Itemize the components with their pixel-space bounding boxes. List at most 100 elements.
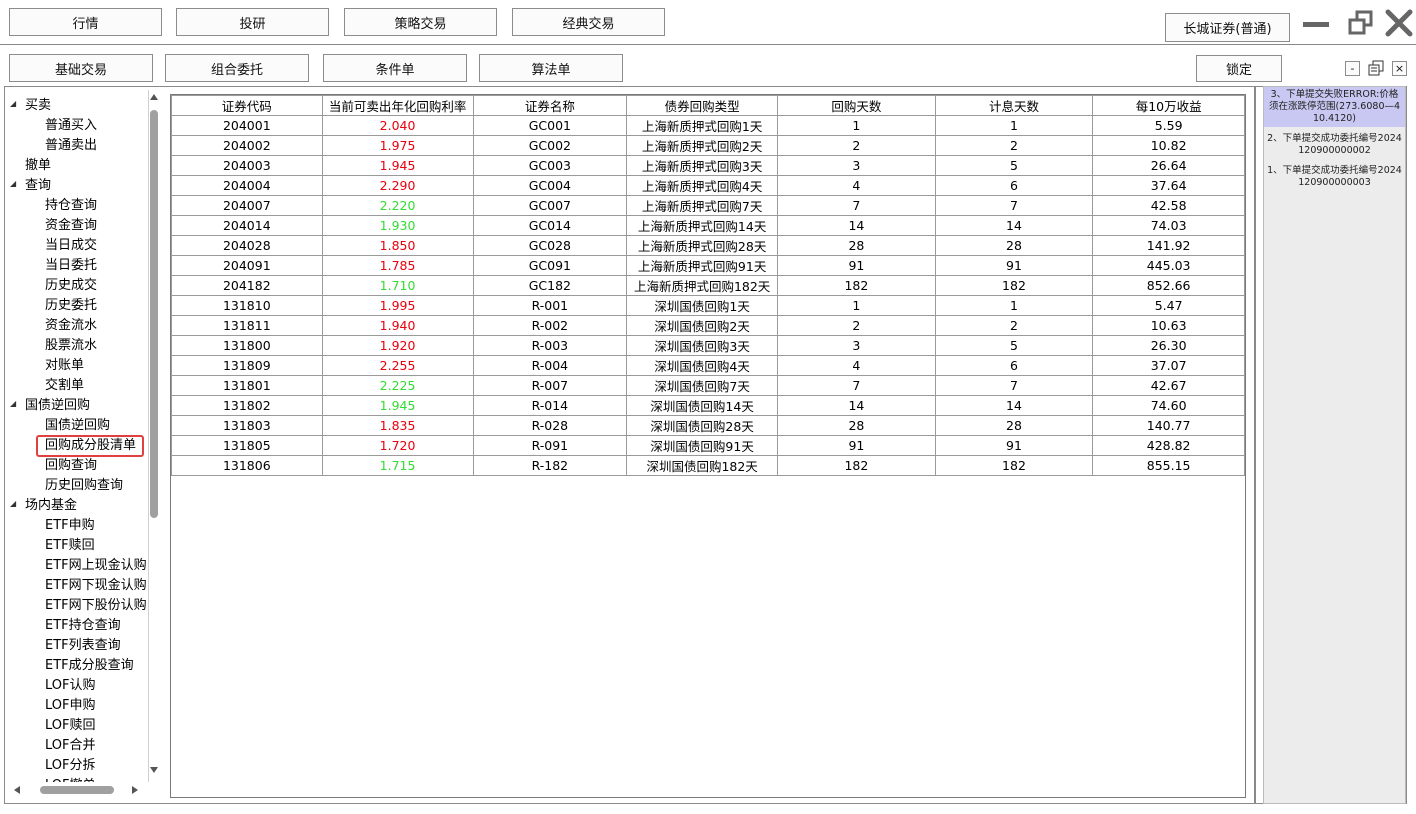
tree-item[interactable]: 查询 [25, 176, 51, 196]
column-header[interactable]: 每10万收益 [1092, 95, 1245, 116]
tree-item[interactable]: 股票流水 [45, 336, 97, 356]
tree-item[interactable]: 场内基金 [25, 496, 77, 516]
tree-item[interactable]: LOF认购 [45, 676, 96, 696]
panel-float-icon[interactable] [1368, 60, 1385, 77]
table-row[interactable]: 204003 1.945 GC003 上海新质押式回购3天 3 5 26.64 [171, 155, 1245, 176]
cell-type: 上海新质押式回购91天 [626, 255, 779, 276]
table-row[interactable]: 204007 2.220 GC007 上海新质押式回购7天 7 7 42.58 [171, 195, 1245, 216]
tree-item[interactable]: LOF合并 [45, 736, 96, 756]
cell-code: 131805 [171, 435, 323, 456]
tree-item[interactable]: ETF网上现金认购 [45, 556, 147, 576]
tree-item[interactable]: ETF列表查询 [45, 636, 121, 656]
tree-item[interactable]: ETF申购 [45, 516, 95, 536]
tree-horizontal-scrollbar[interactable] [10, 782, 150, 798]
cell-income: 5.59 [1092, 115, 1245, 136]
subtab-combo-order[interactable]: 组合委托 [165, 54, 309, 82]
cell-days: 182 [777, 275, 936, 296]
cell-rate: 1.710 [321, 275, 474, 296]
table-row[interactable]: 131805 1.720 R-091 深圳国债回购91天 91 91 428.82 [171, 435, 1245, 456]
column-header[interactable]: 回购天数 [777, 95, 936, 116]
column-header[interactable]: 计息天数 [934, 95, 1094, 116]
subtab-basic-trading[interactable]: 基础交易 [9, 54, 153, 82]
tree-item[interactable]: 历史委托 [45, 296, 97, 316]
table-row[interactable]: 204091 1.785 GC091 上海新质押式回购91天 91 91 445.03 [171, 255, 1245, 276]
tree-item[interactable]: 买卖 [25, 96, 51, 116]
tree-item[interactable]: 普通买入 [45, 116, 97, 136]
cell-income: 37.64 [1092, 175, 1245, 196]
cell-income: 10.82 [1092, 135, 1245, 156]
tree-item[interactable]: 普通卖出 [45, 136, 97, 156]
tree-item[interactable]: 历史成交 [45, 276, 97, 296]
table-row[interactable]: 204004 2.290 GC004 上海新质押式回购4天 4 6 37.64 [171, 175, 1245, 196]
panel-close-button[interactable]: × [1392, 61, 1407, 76]
table-row[interactable]: 204001 2.040 GC001 上海新质押式回购1天 1 1 5.59 [171, 115, 1245, 136]
table-row[interactable]: 131809 2.255 R-004 深圳国债回购4天 4 6 37.07 [171, 355, 1245, 376]
tree-item[interactable]: 历史回购查询 [45, 476, 123, 496]
table-row[interactable]: 131802 1.945 R-014 深圳国债回购14天 14 14 74.60 [171, 395, 1245, 416]
minimize-icon[interactable] [1303, 15, 1329, 33]
cell-interest-days: 28 [934, 235, 1094, 256]
tree-item[interactable]: ETF网下股份认购 [45, 596, 147, 616]
nav-tree: ◢ 买卖 普通买入 普通卖出 撤单 ◢ 查询 持仓查询 资金查询 当日成交 当日委托 历史成交 历史委托… [10, 90, 149, 782]
tree-item[interactable]: LOF分拆 [45, 756, 96, 776]
column-header[interactable]: 证券名称 [472, 95, 628, 116]
expand-arrow-icon[interactable]: ◢ [10, 494, 16, 514]
cell-type: 深圳国债回购2天 [626, 315, 779, 336]
tree-item[interactable]: ETF成分股查询 [45, 656, 134, 676]
close-icon[interactable] [1384, 8, 1414, 38]
tree-item[interactable]: 资金流水 [45, 316, 97, 336]
expand-arrow-icon[interactable]: ◢ [10, 394, 16, 414]
expand-arrow-icon[interactable]: ◢ [10, 94, 16, 114]
column-header[interactable]: 债券回购类型 [626, 95, 779, 116]
tree-item[interactable]: 交割单 [45, 376, 84, 396]
subtab-conditional-order[interactable]: 条件单 [323, 54, 467, 82]
table-row[interactable]: 131800 1.920 R-003 深圳国债回购3天 3 5 26.30 [171, 335, 1245, 356]
tree-item[interactable]: 回购查询 [45, 456, 97, 476]
tree-item[interactable]: 资金查询 [45, 216, 97, 236]
tree-vertical-scrollbar[interactable] [148, 90, 160, 780]
tree-item[interactable]: 对账单 [45, 356, 84, 376]
table-row[interactable]: 204182 1.710 GC182 上海新质押式回购182天 182 182 852.66 [171, 275, 1245, 296]
tab-research[interactable]: 投研 [176, 8, 329, 36]
tree-item[interactable]: ETF赎回 [45, 536, 95, 556]
cell-code: 131802 [171, 395, 323, 416]
cell-interest-days: 28 [934, 415, 1094, 436]
broker-account-button[interactable]: 长城证券(普通) [1165, 13, 1290, 42]
table-row[interactable]: 131801 2.225 R-007 深圳国债回购7天 7 7 42.67 [171, 375, 1245, 396]
table-row[interactable]: 131810 1.995 R-001 深圳国债回购1天 1 1 5.47 [171, 295, 1245, 316]
cell-rate: 2.040 [321, 115, 474, 136]
table-row[interactable]: 131803 1.835 R-028 深圳国债回购28天 28 28 140.77 [171, 415, 1245, 436]
tree-item[interactable]: ETF持仓查询 [45, 616, 121, 636]
tree-item[interactable]: LOF申购 [45, 696, 96, 716]
tab-strategy-trading[interactable]: 策略交易 [344, 8, 497, 36]
expand-arrow-icon[interactable]: ◢ [10, 174, 16, 194]
restore-icon[interactable] [1347, 10, 1375, 36]
column-header[interactable]: 证券代码 [171, 95, 323, 116]
lock-button[interactable]: 锁定 [1196, 55, 1282, 82]
table-row[interactable]: 204028 1.850 GC028 上海新质押式回购28天 28 28 141.92 [171, 235, 1245, 256]
tree-item[interactable]: 当日委托 [45, 256, 97, 276]
tree-item[interactable]: 国债逆回购 [25, 396, 90, 416]
cell-days: 182 [777, 455, 936, 476]
cell-code: 131810 [171, 295, 323, 316]
panel-minimize-button[interactable]: - [1345, 61, 1360, 76]
tree-item[interactable]: 持仓查询 [45, 196, 97, 216]
table-row[interactable]: 204002 1.975 GC002 上海新质押式回购2天 2 2 10.82 [171, 135, 1245, 156]
tree-item[interactable]: LOF赎回 [45, 716, 96, 736]
column-header[interactable]: 当前可卖出年化回购利率 [321, 95, 474, 116]
tree-item[interactable]: 撤单 [25, 156, 51, 176]
table-row[interactable]: 204014 1.930 GC014 上海新质押式回购14天 14 14 74.03 [171, 215, 1245, 236]
tab-market[interactable]: 行情 [9, 8, 162, 36]
cell-name: R-007 [472, 375, 628, 396]
table-row[interactable]: 131806 1.715 R-182 深圳国债回购182天 182 182 855.15 [171, 455, 1245, 476]
tree-item[interactable]: 当日成交 [45, 236, 97, 256]
table-row[interactable]: 131811 1.940 R-002 深圳国债回购2天 2 2 10.63 [171, 315, 1245, 336]
subtab-algo-order[interactable]: 算法单 [479, 54, 623, 82]
tree-item[interactable]: ETF网下现金认购 [45, 576, 147, 596]
repo-table: 证券代码 当前可卖出年化回购利率 证券名称 债券回购类型 回购天数 计息天数 每… [171, 95, 1245, 476]
tab-classic-trading[interactable]: 经典交易 [512, 8, 665, 36]
cell-days: 1 [777, 295, 936, 316]
cell-type: 上海新质押式回购182天 [626, 275, 779, 296]
cell-days: 91 [777, 255, 936, 276]
tree-item[interactable]: 国债逆回购 [45, 416, 110, 436]
